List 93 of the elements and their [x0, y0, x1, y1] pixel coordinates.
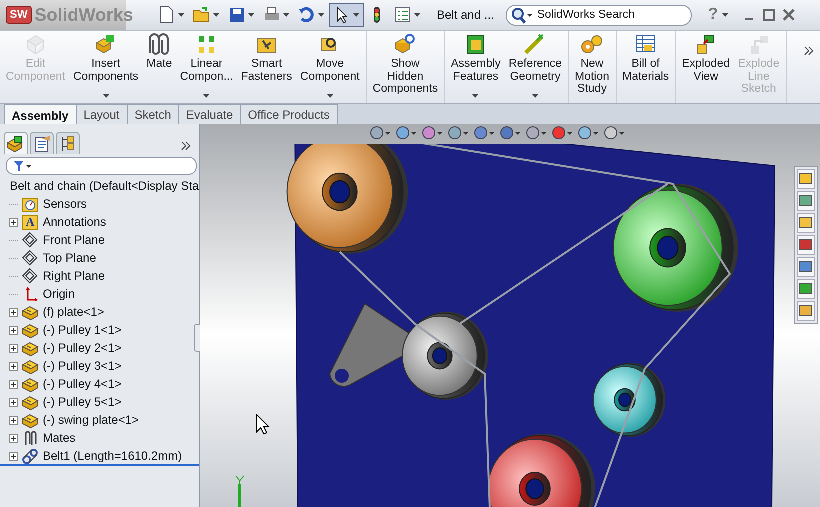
tree-item[interactable]: Belt1 (Length=1610.2mm): [43, 449, 182, 463]
tree-item[interactable]: Front Plane: [43, 233, 106, 247]
caret-icon: [213, 13, 220, 17]
undo-icon: [298, 6, 316, 24]
ribbon-button[interactable]: Exploded View: [678, 31, 734, 103]
caret-icon: [318, 13, 325, 17]
expand-icon[interactable]: [9, 308, 18, 316]
part-icon: [22, 376, 39, 392]
search-icon: [510, 6, 534, 24]
paperclip-icon: [147, 33, 172, 57]
caret-icon: [414, 13, 421, 17]
ribbon-button[interactable]: Smart Fasteners: [237, 31, 296, 103]
part-icon: [22, 322, 39, 338]
diamond-plane-icon: [22, 268, 39, 284]
logo-badge: SW: [6, 6, 32, 24]
ribbon-button[interactable]: Bill of Materials: [618, 31, 674, 103]
ribbon-button[interactable]: Mate: [142, 31, 176, 103]
close-icon[interactable]: [783, 9, 796, 21]
axis-triad-icon: [234, 474, 246, 507]
tree-item[interactable]: (f) plate<1>: [43, 305, 104, 319]
tree-item[interactable]: (-) Pulley 5<1>: [43, 395, 122, 409]
new-document-icon: [158, 6, 176, 24]
expand-icon[interactable]: [9, 344, 18, 352]
part-icon: [22, 358, 39, 374]
part-icon: [22, 412, 39, 428]
annotation-icon: [22, 214, 39, 230]
caret-icon: [178, 13, 185, 17]
tree-item[interactable]: (-) Pulley 3<1>: [43, 359, 122, 373]
caret-icon: [326, 94, 334, 98]
caret-icon: [283, 13, 290, 17]
caret-icon: [532, 94, 539, 98]
tree-item[interactable]: Sensors: [43, 197, 88, 211]
tree-item[interactable]: Belt and chain (Default<Display Sta: [10, 179, 200, 193]
mouse-cursor-icon: [256, 414, 270, 436]
part-icon: [22, 304, 39, 320]
expand-icon[interactable]: [9, 398, 18, 406]
diamond-plane-icon: [22, 232, 39, 248]
ribbon-button[interactable]: Show Hidden Components: [368, 31, 442, 103]
tab[interactable]: Layout: [76, 104, 128, 124]
caret-icon: [102, 94, 110, 98]
ribbon-button[interactable]: Assembly Features: [447, 31, 505, 103]
document-title: Belt and ...: [437, 8, 494, 22]
icon-letter: A: [26, 214, 35, 228]
tab[interactable]: Office Products: [240, 104, 338, 124]
maximize-icon[interactable]: [763, 9, 776, 21]
ribbon-button[interactable]: Reference Geometry: [504, 31, 566, 103]
part-icon: [22, 394, 39, 410]
tree-item[interactable]: Origin: [43, 287, 76, 301]
tree-item[interactable]: (-) Pulley 1<1>: [43, 323, 122, 337]
ribbon-button[interactable]: New Motion Study: [570, 31, 614, 103]
tree-item[interactable]: Mates: [43, 431, 76, 445]
caret-icon: [353, 13, 360, 17]
toolbar-button[interactable]: [329, 3, 364, 27]
expand-icon[interactable]: [9, 434, 18, 442]
tab[interactable]: Sketch: [126, 104, 180, 124]
tree-item[interactable]: Top Plane: [43, 251, 96, 265]
caret-icon: [203, 94, 210, 98]
tree-item[interactable]: (-) Pulley 4<1>: [43, 377, 122, 391]
tab[interactable]: Evaluate: [178, 104, 242, 124]
configuration-tab[interactable]: [56, 132, 80, 154]
tree-item[interactable]: Right Plane: [43, 269, 106, 283]
ribbon-button[interactable]: Linear Compon...: [176, 31, 238, 103]
gauge-icon: [22, 196, 39, 212]
app-name: SolidWorks: [34, 4, 134, 26]
filter-icon: [13, 160, 33, 172]
ribbon-button[interactable]: Insert Components: [69, 31, 143, 103]
tree-item[interactable]: (-) swing plate<1>: [43, 413, 140, 427]
expand-icon[interactable]: [9, 362, 18, 370]
checklist-icon: [394, 6, 412, 24]
tab[interactable]: Assembly: [4, 104, 77, 126]
save-icon: [228, 6, 246, 24]
help-button[interactable]: ?: [708, 6, 718, 24]
caret-icon: [472, 94, 480, 98]
caret-icon: [722, 13, 730, 17]
tree-item[interactable]: Annotations: [43, 215, 106, 229]
expand-icon[interactable]: [9, 380, 18, 388]
expand-icon[interactable]: [9, 416, 18, 424]
document-icon: [33, 134, 51, 152]
expand-icon[interactable]: [9, 452, 18, 460]
filter-field[interactable]: [6, 157, 197, 175]
property-tab[interactable]: [30, 132, 54, 154]
part-icon: [22, 340, 39, 356]
expand-icon[interactable]: [9, 326, 18, 334]
expand-icon[interactable]: [9, 218, 18, 226]
assembly-icon: [7, 134, 25, 152]
search-field[interactable]: SolidWorks Search: [506, 4, 692, 26]
diamond-plane-icon: [22, 250, 39, 266]
feature-tree-tab[interactable]: [4, 132, 28, 154]
caret-icon: [248, 13, 255, 17]
belt-icon: [22, 448, 39, 464]
open-folder-icon: [193, 6, 211, 24]
tree-item[interactable]: (-) Pulley 2<1>: [43, 341, 122, 355]
ribbon-button[interactable]: Move Component: [296, 31, 364, 103]
